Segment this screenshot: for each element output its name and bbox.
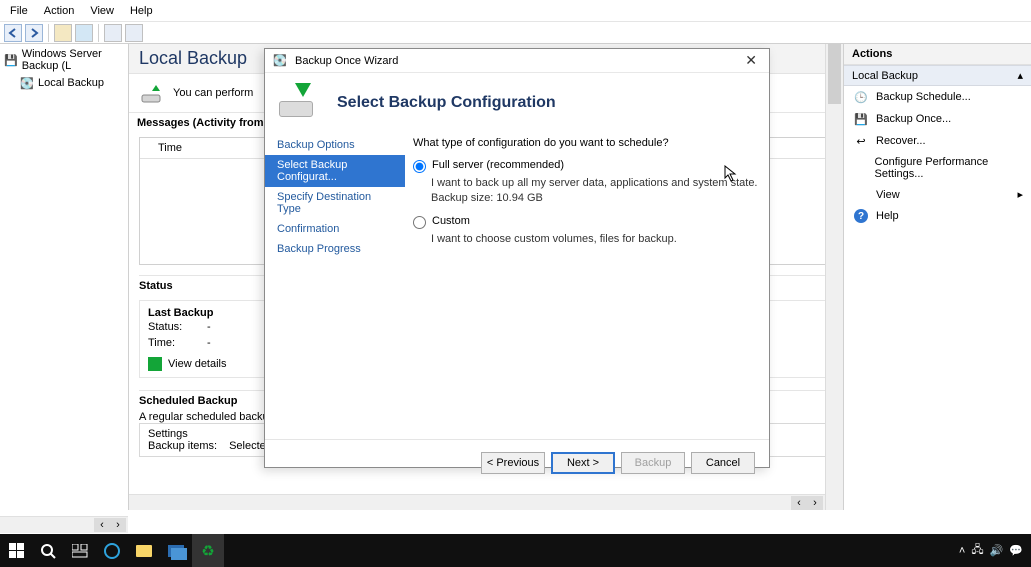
actions-pane: Actions Local Backup ▴ 🕒 Backup Schedule.… <box>844 44 1031 510</box>
radio-custom[interactable]: Custom <box>413 215 761 229</box>
toolbar-btn-2[interactable] <box>75 24 93 42</box>
step-backup-options[interactable]: Backup Options <box>265 135 405 155</box>
wizard-question: What type of configuration do you want t… <box>413 137 761 149</box>
previous-button[interactable]: < Previous <box>481 452 545 474</box>
action-label: Backup Schedule... <box>876 91 971 103</box>
local-backup-icon: 💽 <box>20 76 34 90</box>
recover-icon: ↩ <box>854 134 868 148</box>
toolbar-btn-3[interactable] <box>104 24 122 42</box>
status-label: Status: <box>148 321 193 333</box>
radio-custom-input[interactable] <box>413 216 426 229</box>
content-hscroll[interactable]: ‹› <box>129 494 825 510</box>
action-recover[interactable]: ↩ Recover... <box>844 130 1031 152</box>
help-icon: ? <box>854 209 868 223</box>
radio-full-server-size: Backup size: 10.94 GB <box>413 192 761 204</box>
chevron-right-icon: ▸ <box>1017 188 1023 201</box>
tree-root-label: Windows Server Backup (L <box>22 48 124 72</box>
wizard-steps: Backup Options Select Backup Configurat.… <box>265 129 405 439</box>
menu-file[interactable]: File <box>4 3 34 19</box>
menu-action[interactable]: Action <box>38 3 81 19</box>
system-tray[interactable]: ˄ 🖧 🔊 💬 <box>951 541 1031 560</box>
step-confirmation[interactable]: Confirmation <box>265 219 405 239</box>
taskbar: ♻ ˄ 🖧 🔊 💬 <box>0 534 1031 567</box>
radio-custom-desc: I want to choose custom volumes, files f… <box>413 233 761 245</box>
actions-section-label: Local Backup <box>852 70 918 82</box>
wizard-footer: < Previous Next > Backup Cancel <box>265 439 769 485</box>
tray-notifications-icon[interactable]: 💬 <box>1009 544 1023 557</box>
radio-full-server-label: Full server (recommended) <box>432 159 564 171</box>
action-help[interactable]: ? Help <box>844 205 1031 227</box>
time-value: - <box>207 337 211 349</box>
toolbar-separator <box>48 24 49 42</box>
action-label: Backup Once... <box>876 113 951 125</box>
wizard-big-icon <box>279 83 323 123</box>
toolbar-btn-4[interactable] <box>125 24 143 42</box>
time-label: Time: <box>148 337 193 349</box>
action-label: View <box>876 189 900 201</box>
page-subtitle: You can perform <box>173 87 253 99</box>
tree-root[interactable]: 💾 Windows Server Backup (L <box>2 46 126 74</box>
desktops-taskbar-icon[interactable] <box>160 534 192 567</box>
harddrive-icon <box>139 80 165 106</box>
backup-button: Backup <box>621 452 685 474</box>
backup-items-label: Backup items: <box>148 440 217 452</box>
toolbar-btn-1[interactable] <box>54 24 72 42</box>
tree-hscroll[interactable]: ‹› <box>0 516 128 533</box>
actions-title: Actions <box>844 44 1031 65</box>
tree-pane: 💾 Windows Server Backup (L 💽 Local Backu… <box>0 44 129 510</box>
wizard-heading: Select Backup Configuration <box>337 94 556 112</box>
server-backup-icon: 💾 <box>4 53 18 67</box>
toolbar-separator <box>98 24 99 42</box>
tray-volume-icon[interactable]: 🔊 <box>990 544 1004 557</box>
nav-forward-button[interactable] <box>25 24 43 42</box>
backup-once-icon: 💾 <box>854 112 868 126</box>
action-configure-perf[interactable]: Configure Performance Settings... <box>844 152 1031 184</box>
cancel-button[interactable]: Cancel <box>691 452 755 474</box>
chevron-up-icon: ▴ <box>1017 69 1023 82</box>
start-button[interactable] <box>0 534 32 567</box>
action-label: Configure Performance Settings... <box>875 156 1023 180</box>
action-backup-schedule[interactable]: 🕒 Backup Schedule... <box>844 86 1031 108</box>
next-button[interactable]: Next > <box>551 452 615 474</box>
action-view[interactable]: View ▸ <box>844 184 1031 205</box>
nav-back-button[interactable] <box>4 24 22 42</box>
tree-child-label: Local Backup <box>38 77 104 89</box>
schedule-icon: 🕒 <box>854 90 868 104</box>
wizard-titlebar[interactable]: 💽 Backup Once Wizard ✕ <box>265 49 769 73</box>
radio-full-server-desc: I want to back up all my server data, ap… <box>413 177 761 189</box>
wizard-content: What type of configuration do you want t… <box>405 129 769 439</box>
step-destination-type[interactable]: Specify Destination Type <box>265 187 405 219</box>
explorer-taskbar-icon[interactable] <box>128 534 160 567</box>
backup-once-wizard: 💽 Backup Once Wizard ✕ Select Backup Con… <box>264 48 770 468</box>
wizard-header: Select Backup Configuration <box>265 73 769 129</box>
radio-full-server[interactable]: Full server (recommended) <box>413 159 761 173</box>
step-backup-progress[interactable]: Backup Progress <box>265 239 405 259</box>
view-details-label: View details <box>168 358 227 370</box>
green-arrow-icon <box>148 357 162 371</box>
tray-network-icon[interactable]: 🖧 <box>971 541 983 560</box>
task-view-button[interactable] <box>64 534 96 567</box>
radio-custom-label: Custom <box>432 215 470 227</box>
content-vscroll[interactable] <box>825 44 843 510</box>
action-backup-once[interactable]: 💾 Backup Once... <box>844 108 1031 130</box>
toolbar <box>0 22 1031 44</box>
actions-section-header[interactable]: Local Backup ▴ <box>844 65 1031 86</box>
tree-child[interactable]: 💽 Local Backup <box>2 74 126 92</box>
tray-chevron-icon[interactable]: ˄ <box>959 545 965 557</box>
action-label: Help <box>876 210 899 222</box>
step-select-backup-config[interactable]: Select Backup Configurat... <box>265 155 405 187</box>
wizard-body: Backup Options Select Backup Configurat.… <box>265 129 769 439</box>
status-value: - <box>207 321 211 333</box>
wizard-app-icon: 💽 <box>273 54 287 68</box>
server-backup-taskbar-icon[interactable]: ♻ <box>192 534 224 567</box>
ie-taskbar-icon[interactable] <box>96 534 128 567</box>
action-label: Recover... <box>876 135 926 147</box>
search-button[interactable] <box>32 534 64 567</box>
menubar: File Action View Help <box>0 0 1031 22</box>
close-button[interactable]: ✕ <box>741 52 761 69</box>
wizard-title: Backup Once Wizard <box>295 55 398 67</box>
menu-view[interactable]: View <box>84 3 120 19</box>
menu-help[interactable]: Help <box>124 3 159 19</box>
radio-full-server-input[interactable] <box>413 160 426 173</box>
